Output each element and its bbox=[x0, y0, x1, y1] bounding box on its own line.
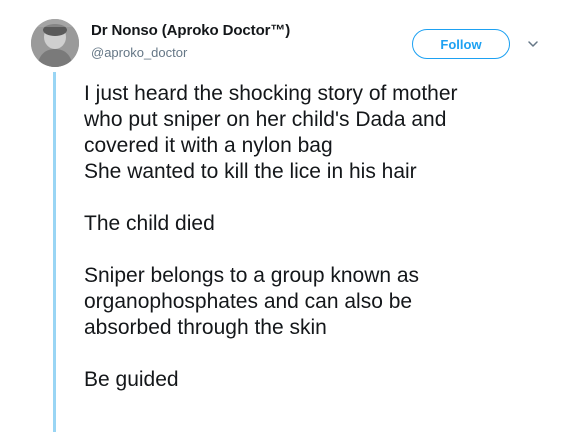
tweet-text: I just heard the shocking story of mothe… bbox=[84, 81, 554, 393]
tweet-line: who put sniper on her child's Dada and bbox=[84, 108, 447, 131]
author-name-row[interactable]: Dr Nonso (Aproko Doctor™) bbox=[91, 22, 290, 40]
tweet-paragraph: I just heard the shocking story of mothe… bbox=[84, 81, 554, 185]
tweet-line: Be guided bbox=[84, 368, 179, 391]
author-handle[interactable]: @aproko_doctor bbox=[91, 45, 187, 60]
tweet-line: Sniper belongs to a group known as bbox=[84, 264, 420, 287]
tweet-line: absorbed through the skin bbox=[84, 316, 327, 339]
tweet-line: covered it with a nylon bag bbox=[84, 134, 333, 157]
follow-button[interactable]: Follow bbox=[412, 29, 510, 59]
tweet-card: Dr Nonso (Aproko Doctor™) @aproko_doctor… bbox=[0, 0, 583, 432]
tweet-paragraph: Sniper belongs to a group known as organ… bbox=[84, 263, 554, 341]
tweet-line: organophosphates and can also be bbox=[84, 290, 413, 313]
avatar-photo-icon bbox=[31, 19, 79, 67]
author-display-name[interactable]: Dr Nonso (Aproko Doctor™) bbox=[91, 22, 290, 39]
chevron-down-icon[interactable] bbox=[527, 38, 539, 50]
tweet-line: She wanted to kill the lice in his hair bbox=[84, 160, 417, 183]
tweet-line: I just heard the shocking story of mothe… bbox=[84, 82, 458, 105]
tweet-paragraph: Be guided bbox=[84, 367, 554, 393]
thread-line bbox=[53, 72, 56, 432]
tweet-paragraph: The child died bbox=[84, 211, 554, 237]
avatar[interactable] bbox=[31, 19, 79, 67]
tweet-line: The child died bbox=[84, 212, 215, 235]
